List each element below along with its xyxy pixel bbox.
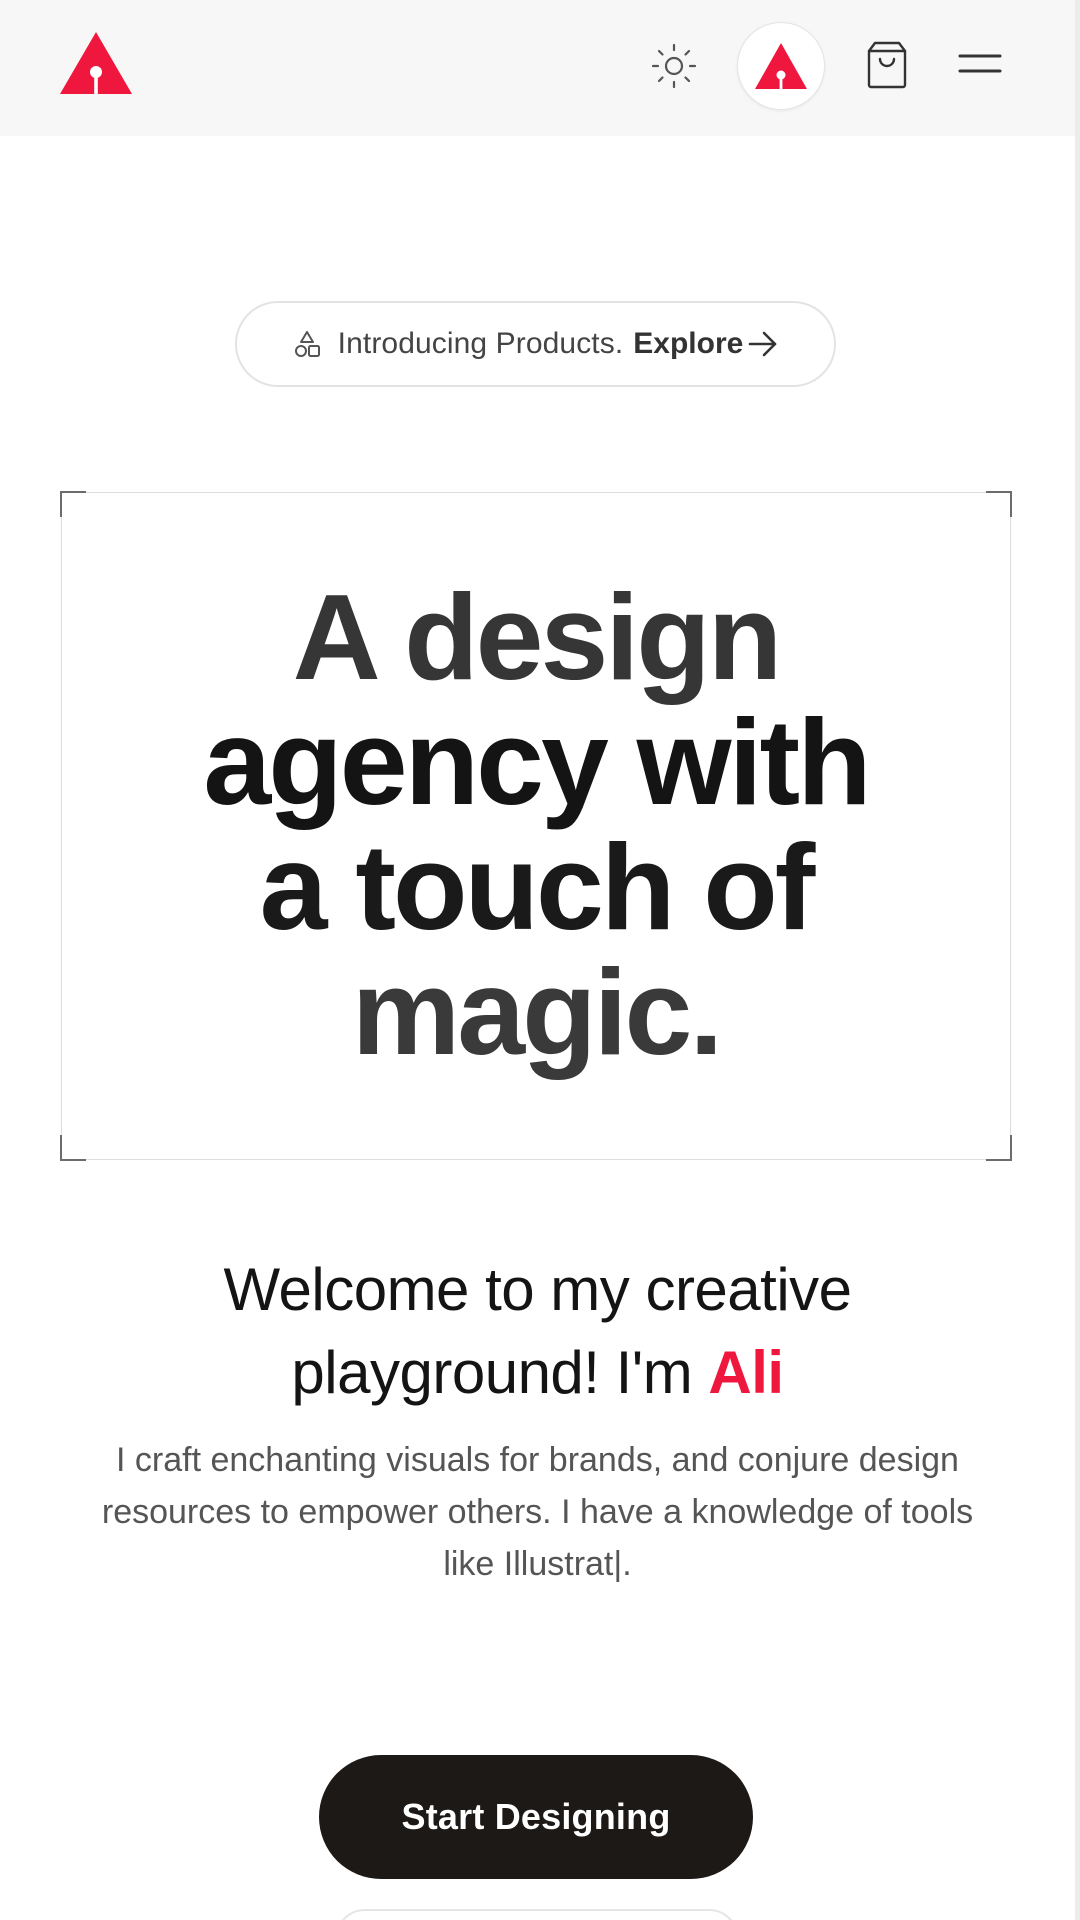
announcement-pill[interactable]: Introducing Products. Explore <box>235 301 836 387</box>
author-name: Ali <box>708 1339 784 1406</box>
explore-link[interactable]: Explore <box>633 327 743 361</box>
cart-button[interactable] <box>862 38 912 92</box>
frame-corner <box>60 1135 86 1161</box>
hamburger-menu-icon <box>958 54 1002 73</box>
typing-cursor: |. <box>613 1545 632 1583</box>
brand-logo[interactable] <box>58 30 134 96</box>
announcement-text: Introducing Products. <box>337 327 624 360</box>
scrollbar[interactable] <box>1075 0 1080 1920</box>
shopping-bag-icon <box>867 41 907 89</box>
frame-corner <box>986 491 1012 517</box>
hero-title-line: a touch of <box>259 819 816 955</box>
top-navigation-bar <box>0 0 1075 136</box>
hero-title: A design agency with a touch of magic. <box>62 575 1010 1075</box>
theme-toggle-button[interactable] <box>646 38 702 94</box>
hero-frame: A design agency with a touch of magic. <box>60 491 1012 1161</box>
avatar-button[interactable] <box>737 22 825 110</box>
start-designing-button[interactable]: Start Designing <box>319 1755 753 1879</box>
intro-paragraph: I craft enchanting visuals for brands, a… <box>100 1434 975 1590</box>
hero-title-line: magic. <box>351 944 724 1080</box>
hero-title-line: A design <box>292 569 783 705</box>
welcome-line-1: Welcome to my creative <box>223 1256 852 1323</box>
page: Introducing Products. Explore A design a… <box>0 0 1080 1920</box>
secondary-button[interactable] <box>335 1909 739 1920</box>
welcome-line-2: playground! I'm <box>291 1339 709 1406</box>
sun-icon <box>651 43 697 89</box>
hero-title-line: agency with <box>203 694 871 830</box>
triangle-logo-icon <box>60 32 132 94</box>
shapes-icon <box>294 331 320 357</box>
welcome-heading: Welcome to my creative playground! I'm A… <box>0 1248 1075 1414</box>
arrow-right-icon <box>749 331 777 357</box>
menu-button[interactable] <box>956 44 1004 84</box>
frame-corner <box>986 1135 1012 1161</box>
intro-text: I craft enchanting visuals for brands, a… <box>101 1441 974 1583</box>
triangle-logo-icon <box>755 43 807 89</box>
frame-corner <box>60 491 86 517</box>
